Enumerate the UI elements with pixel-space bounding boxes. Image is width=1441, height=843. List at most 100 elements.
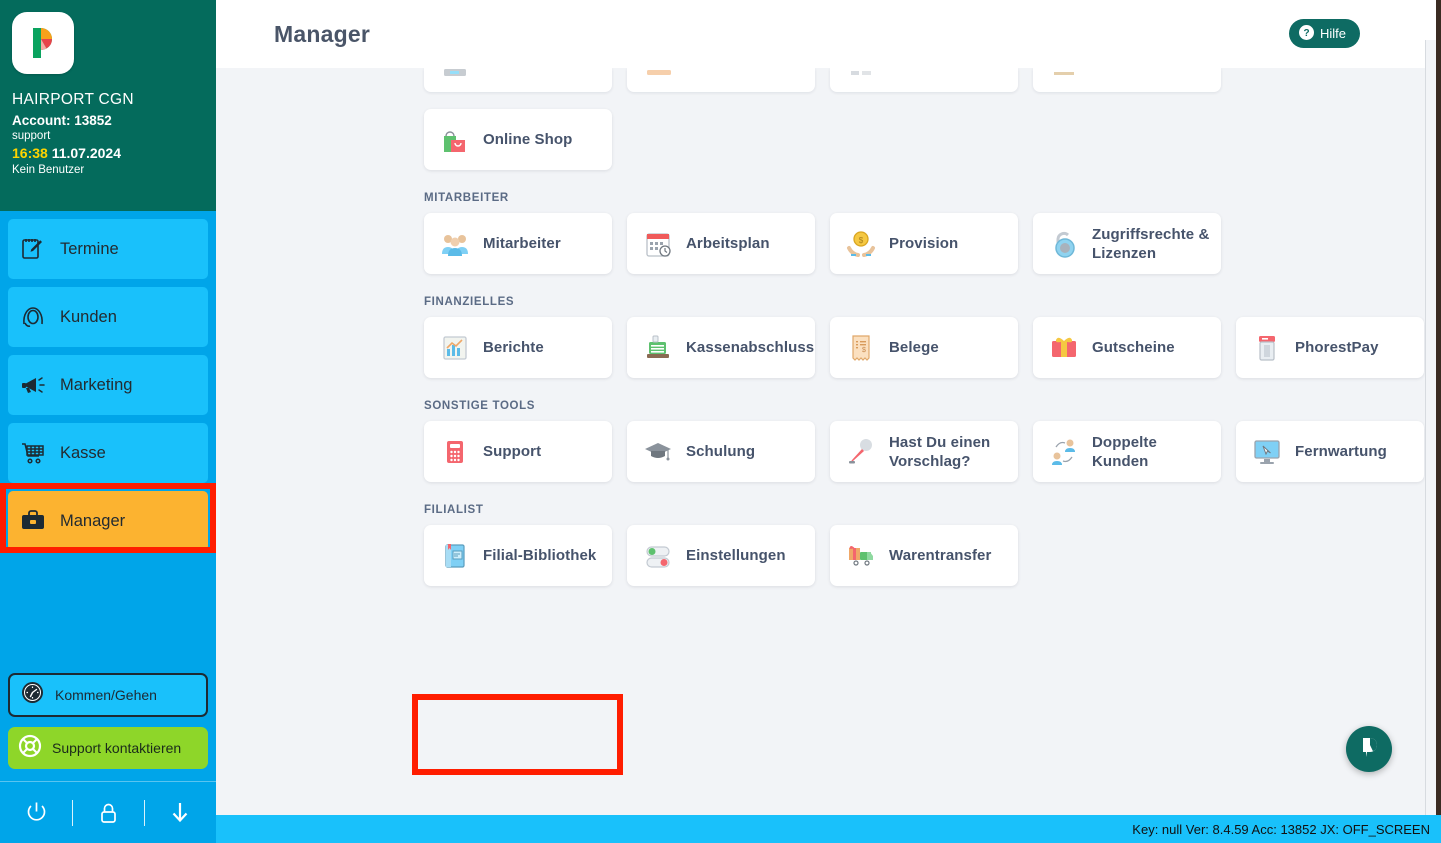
kommen-gehen-button[interactable]: Kommen/Gehen — [8, 673, 208, 717]
briefcase-icon — [20, 508, 54, 534]
card-phorestpay[interactable]: PhorestPay — [1236, 317, 1424, 378]
card-grid: Filial-Bibliothek Einstellungen Warentra… — [424, 525, 1425, 586]
cash-register-icon — [641, 332, 675, 364]
euro-icon — [1051, 68, 1079, 78]
section-label: FILIALIST — [424, 504, 484, 516]
microphone-icon — [844, 436, 878, 468]
cutoff-card[interactable] — [830, 68, 1018, 92]
remote-desktop-icon — [1250, 436, 1284, 468]
lifebuoy-icon — [18, 734, 42, 763]
card-vorschlag[interactable]: Hast Du einen Vorschlag? — [830, 421, 1018, 482]
sidebar-item-label: Termine — [60, 239, 119, 258]
receipt-icon: $ — [844, 332, 878, 364]
icon-divider — [72, 799, 74, 826]
shopping-cart-icon — [20, 440, 54, 466]
sidebar-item-label: Kasse — [60, 443, 106, 462]
card-kassenabschluss[interactable]: Kassenabschluss — [627, 317, 815, 378]
card-label: Schulung — [686, 443, 756, 460]
lock-icon[interactable] — [96, 800, 121, 826]
support-kontaktieren-label: Support kontaktieren — [52, 740, 182, 756]
section-mitarbeiter: MITARBEITER Mitarbeiter Arbeitsplan $ Pr… — [216, 192, 1425, 274]
sidebar-item-marketing[interactable]: Marketing — [8, 355, 208, 415]
staff-group-icon — [438, 228, 472, 260]
current-date: 11.07.2024 — [51, 145, 121, 161]
section-filialist: FILIALIST Filial-Bibliothek Einstellunge… — [216, 504, 1425, 586]
cutoff-card[interactable] — [1033, 68, 1221, 92]
card-arbeitsplan[interactable]: Arbeitsplan — [627, 213, 815, 274]
sidebar-item-label: Kunden — [60, 307, 117, 326]
window-edge — [1436, 0, 1441, 815]
section-label: SONSTIGE TOOLS — [424, 400, 536, 412]
question-circle-icon: ? — [1298, 24, 1314, 43]
sidebar-item-label: Marketing — [60, 375, 133, 394]
padlock-icon — [1047, 228, 1081, 260]
card-support[interactable]: Support — [424, 421, 612, 482]
card-warentransfer[interactable]: Warentransfer — [830, 525, 1018, 586]
sidebar-item-kunden[interactable]: Kunden — [8, 287, 208, 347]
card-label: Gutscheine — [1092, 339, 1175, 356]
sidebar-item-termine[interactable]: Termine — [8, 219, 208, 279]
card-belege[interactable]: $ Belege — [830, 317, 1018, 378]
sidebar-item-manager[interactable]: Manager — [8, 491, 208, 551]
card-filial-bibliothek[interactable]: Filial-Bibliothek — [424, 525, 612, 586]
help-button[interactable]: ? Hilfe — [1288, 19, 1360, 48]
keyboard-icon — [442, 68, 470, 78]
card-schulung[interactable]: Schulung — [627, 421, 815, 482]
card-label: Arbeitsplan — [686, 235, 770, 252]
account-number: Account: 13852 — [12, 113, 112, 128]
download-arrow-icon[interactable] — [167, 799, 193, 826]
card-mitarbeiter[interactable]: Mitarbeiter — [424, 213, 612, 274]
sidebar-account-panel: HAIRPORT CGN Account: 13852 support 16:3… — [0, 0, 216, 211]
chart-report-icon — [438, 332, 472, 364]
card-provision[interactable]: $ Provision — [830, 213, 1018, 274]
sidebar-nav: Termine Kunden Marketing Kasse Manager — [0, 219, 216, 551]
calendar-clock-icon — [641, 228, 675, 260]
app-root: HAIRPORT CGN Account: 13852 support 16:3… — [0, 0, 1441, 843]
card-label: Einstellungen — [686, 547, 786, 564]
card-doppelte-kunden[interactable]: Doppelte Kunden — [1033, 421, 1221, 482]
logged-in-user: Kein Benutzer — [12, 164, 85, 176]
duplicate-clients-icon — [1047, 436, 1081, 468]
telephone-icon — [438, 436, 472, 468]
power-icon[interactable] — [23, 799, 50, 826]
sidebar-item-kasse[interactable]: Kasse — [8, 423, 208, 483]
card-label: PhorestPay — [1295, 339, 1379, 356]
status-bar-text: Key: null Ver: 8.4.59 Acc: 13852 JX: OFF… — [1132, 821, 1430, 837]
card-einstellungen[interactable]: Einstellungen — [627, 525, 815, 586]
scroll-container: Online Shop MITARBEITER Mitarbeiter Arbe… — [216, 68, 1425, 586]
card-zugriffsrechte[interactable]: Zugriffsrechte & Lizenzen — [1033, 213, 1221, 274]
right-edge-top — [1425, 0, 1436, 40]
card-grid: Support Schulung Hast Du einen Vorschlag… — [424, 421, 1425, 482]
sidebar: HAIRPORT CGN Account: 13852 support 16:3… — [0, 0, 216, 843]
cutoff-card[interactable] — [627, 68, 815, 92]
card-label: Support — [483, 443, 542, 460]
card-label: Belege — [889, 339, 939, 356]
sidebar-item-label: Manager — [60, 511, 126, 530]
icon-divider — [143, 799, 145, 826]
cutoff-card[interactable] — [424, 68, 612, 92]
tag-icon — [848, 68, 876, 78]
kommen-gehen-label: Kommen/Gehen — [55, 687, 157, 703]
cutoff-card-row — [216, 68, 1425, 93]
card-online-shop[interactable]: Online Shop — [424, 109, 612, 170]
section-finanzielles: FINANZIELLES Berichte Kassenabschluss $ … — [216, 296, 1425, 378]
account-username: support — [12, 130, 51, 142]
card-fernwartung[interactable]: Fernwartung — [1236, 421, 1424, 482]
svg-text:?: ? — [1303, 28, 1309, 39]
toggle-switches-icon — [641, 540, 675, 572]
card-gutscheine[interactable]: Gutscheine — [1033, 317, 1221, 378]
card-terminal-icon — [1250, 332, 1284, 364]
support-kontaktieren-button[interactable]: Support kontaktieren — [8, 727, 208, 769]
current-time: 16:38 — [12, 145, 48, 161]
calendar-pen-icon — [20, 236, 54, 262]
phorest-logo-icon — [12, 12, 74, 74]
gift-voucher-icon — [1047, 332, 1081, 364]
svg-text:$: $ — [859, 236, 864, 245]
chat-support-button[interactable] — [1346, 726, 1392, 772]
client-head-icon — [20, 304, 54, 330]
ruler-icon — [645, 68, 673, 78]
clock-row: 16:38 11.07.2024 — [12, 145, 204, 161]
delivery-truck-icon — [844, 540, 878, 572]
card-berichte[interactable]: Berichte — [424, 317, 612, 378]
card-grid: Mitarbeiter Arbeitsplan $ Provision Zugr… — [424, 213, 1425, 274]
